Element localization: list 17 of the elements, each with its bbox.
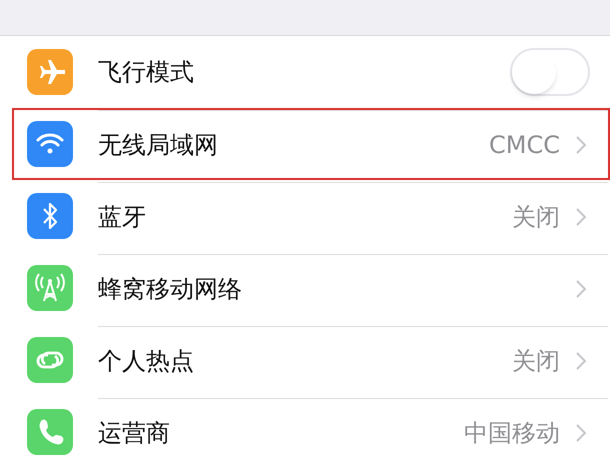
setting-label: 个人热点 [98,346,195,376]
setting-value: CMCC [489,130,560,160]
setting-label: 飞行模式 [98,57,195,88]
toggle-switch[interactable] [510,48,590,96]
setting-label: 蜂窝移动网络 [98,274,243,304]
chevron-icon [576,280,586,298]
setting-label: 运营商 [98,418,171,448]
setting-value: 关闭 [512,202,560,232]
chevron-icon [576,352,586,370]
setting-value: 关闭 [512,346,560,376]
chevron-icon [576,208,586,226]
settings-row[interactable]: 无线局域网 CMCC [12,108,610,180]
setting-value: 中国移动 [464,418,560,448]
setting-label: 无线局域网 [98,130,219,160]
setting-label: 蓝牙 [98,202,147,232]
chevron-icon [576,424,586,442]
chevron-icon [576,136,586,154]
